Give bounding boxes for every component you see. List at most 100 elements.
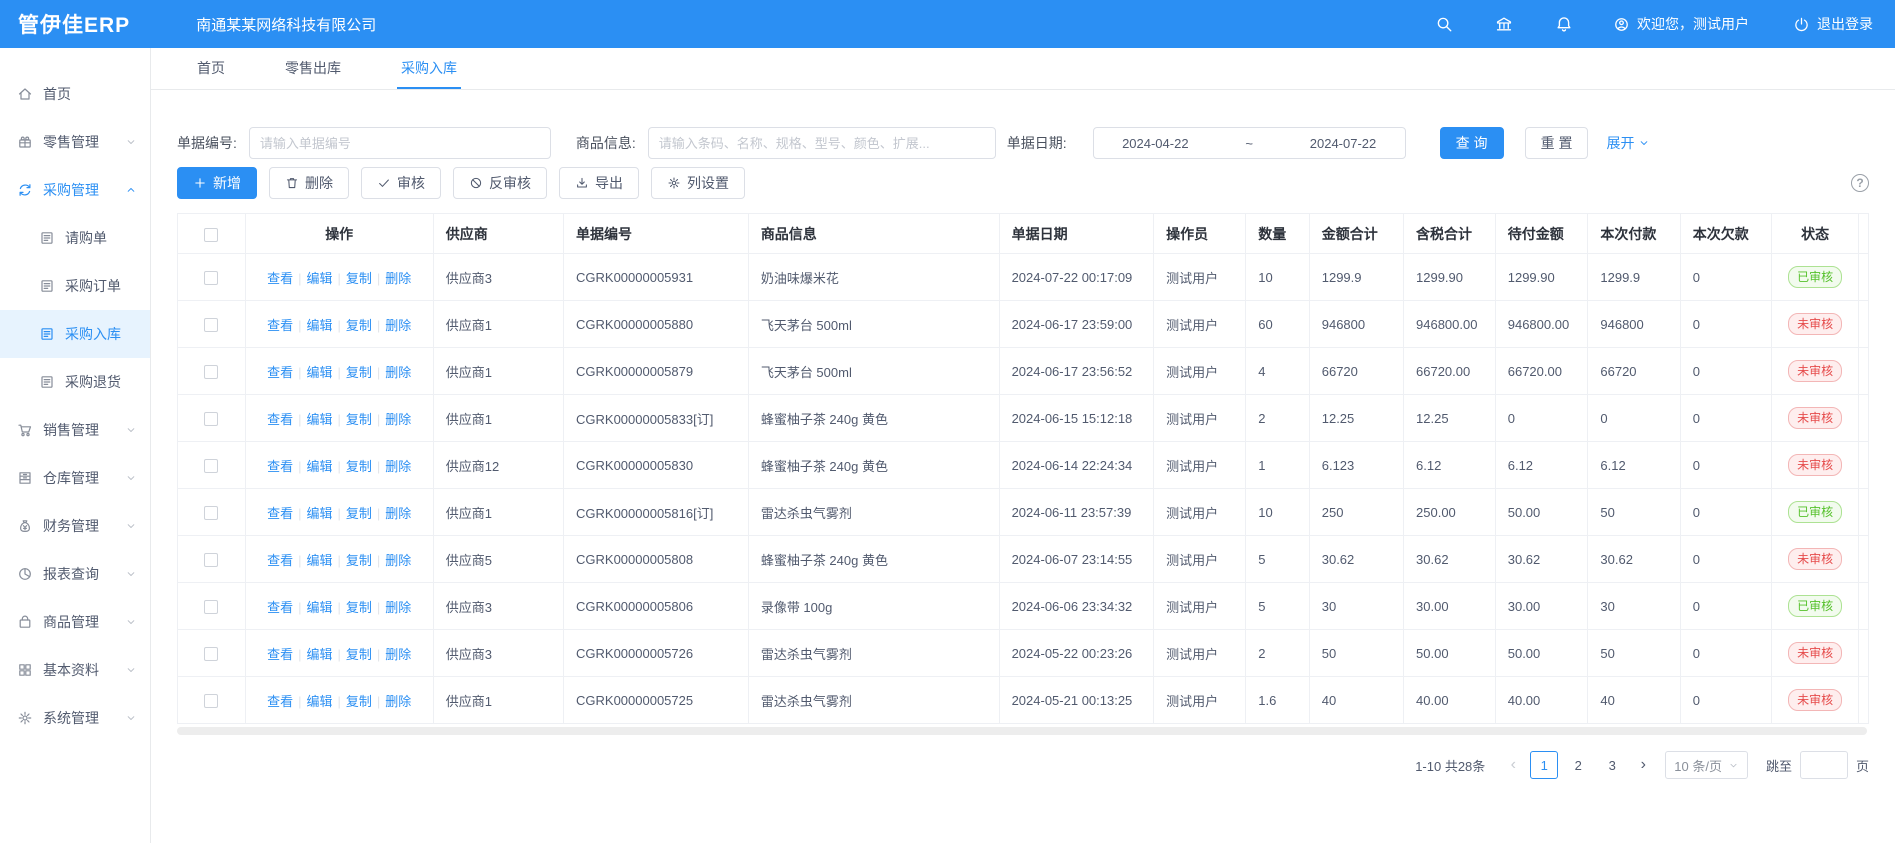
row-action-delete[interactable]: 删除 <box>385 600 411 615</box>
page-size-select[interactable]: 10 条/页 <box>1665 751 1748 779</box>
sidebar-item-basic-data[interactable]: 基本资料 <box>0 646 150 694</box>
page-number-3[interactable]: 3 <box>1598 751 1626 779</box>
logout-button[interactable]: 退出登录 <box>1793 14 1873 34</box>
audit-button[interactable]: 审核 <box>361 167 441 199</box>
row-checkbox[interactable] <box>204 412 218 426</box>
product-info-input[interactable] <box>648 127 996 159</box>
row-checkbox[interactable] <box>204 600 218 614</box>
sidebar-item-sales-mgmt[interactable]: 销售管理 <box>0 406 150 454</box>
row-action-view[interactable]: 查看 <box>267 553 293 568</box>
row-action-edit[interactable]: 编辑 <box>306 365 332 380</box>
row-action-edit[interactable]: 编辑 <box>306 600 332 615</box>
sidebar-item-goods-mgmt[interactable]: 商品管理 <box>0 598 150 646</box>
expand-toggle[interactable]: 展开 <box>1606 133 1650 153</box>
row-action-delete[interactable]: 删除 <box>385 318 411 333</box>
row-action-delete[interactable]: 删除 <box>385 271 411 286</box>
row-action-view[interactable]: 查看 <box>267 271 293 286</box>
row-action-delete[interactable]: 删除 <box>385 459 411 474</box>
horizontal-scrollbar[interactable] <box>177 727 1867 735</box>
row-checkbox[interactable] <box>204 459 218 473</box>
sidebar-item-report-query[interactable]: 报表查询 <box>0 550 150 598</box>
add-button[interactable]: 新增 <box>177 167 257 199</box>
bill-no-input[interactable] <box>249 127 551 159</box>
row-action-edit[interactable]: 编辑 <box>306 647 332 662</box>
row-action-view[interactable]: 查看 <box>267 647 293 662</box>
user-menu[interactable]: 欢迎您，测试用户 <box>1613 14 1749 34</box>
row-action-copy[interactable]: 复制 <box>346 506 372 521</box>
date-range-picker[interactable]: 2024-04-22 ~ 2024-07-22 <box>1093 127 1406 159</box>
row-action-edit[interactable]: 编辑 <box>306 412 332 427</box>
row-action-copy[interactable]: 复制 <box>346 600 372 615</box>
sidebar-item-system-mgmt[interactable]: 系统管理 <box>0 694 150 742</box>
reset-button[interactable]: 重 置 <box>1525 127 1589 159</box>
page-number-2[interactable]: 2 <box>1564 751 1592 779</box>
sidebar-item-purchase-return[interactable]: 采购退货 <box>0 358 150 406</box>
page-size-value: 10 条/页 <box>1674 756 1722 775</box>
column-settings-button[interactable]: 列设置 <box>651 167 745 199</box>
row-action-delete[interactable]: 删除 <box>385 412 411 427</box>
sidebar-item-purchase-mgmt[interactable]: 采购管理 <box>0 166 150 214</box>
row-checkbox[interactable] <box>204 694 218 708</box>
row-action-view[interactable]: 查看 <box>267 318 293 333</box>
delete-button[interactable]: 删除 <box>269 167 349 199</box>
row-checkbox[interactable] <box>204 553 218 567</box>
sidebar-item-purchase-inbound[interactable]: 采购入库 <box>0 310 150 358</box>
row-action-delete[interactable]: 删除 <box>385 506 411 521</box>
tab-purchase-inbound[interactable]: 采购入库 <box>397 48 461 89</box>
bank-icon[interactable] <box>1495 15 1513 33</box>
search-icon[interactable] <box>1435 15 1453 33</box>
row-action-copy[interactable]: 复制 <box>346 647 372 662</box>
row-action-delete[interactable]: 删除 <box>385 365 411 380</box>
row-checkbox[interactable] <box>204 506 218 520</box>
sidebar-item-purchase-order[interactable]: 采购订单 <box>0 262 150 310</box>
search-button[interactable]: 查 询 <box>1440 127 1504 159</box>
row-action-view[interactable]: 查看 <box>267 412 293 427</box>
help-icon[interactable]: ? <box>1851 174 1869 192</box>
sidebar-item-finance-mgmt[interactable]: 财务管理 <box>0 502 150 550</box>
column-header-qty: 数量 <box>1246 214 1309 254</box>
row-action-copy[interactable]: 复制 <box>346 553 372 568</box>
row-action-view[interactable]: 查看 <box>267 459 293 474</box>
bell-icon[interactable] <box>1555 15 1573 33</box>
row-checkbox[interactable] <box>204 318 218 332</box>
row-action-copy[interactable]: 复制 <box>346 459 372 474</box>
row-action-copy[interactable]: 复制 <box>346 271 372 286</box>
row-action-edit[interactable]: 编辑 <box>306 318 332 333</box>
row-action-edit[interactable]: 编辑 <box>306 459 332 474</box>
row-action-view[interactable]: 查看 <box>267 694 293 709</box>
row-action-edit[interactable]: 编辑 <box>306 694 332 709</box>
export-button[interactable]: 导出 <box>559 167 639 199</box>
sidebar-item-purchase-request[interactable]: 请购单 <box>0 214 150 262</box>
row-action-delete[interactable]: 删除 <box>385 694 411 709</box>
tab-home[interactable]: 首页 <box>193 48 229 89</box>
date-start[interactable]: 2024-04-22 <box>1122 136 1189 151</box>
row-action-copy[interactable]: 复制 <box>346 318 372 333</box>
row-action-copy[interactable]: 复制 <box>346 365 372 380</box>
row-action-view[interactable]: 查看 <box>267 506 293 521</box>
date-end[interactable]: 2024-07-22 <box>1310 136 1377 151</box>
row-action-delete[interactable]: 删除 <box>385 553 411 568</box>
row-checkbox[interactable] <box>204 647 218 661</box>
sidebar-item-retail-mgmt[interactable]: 零售管理 <box>0 118 150 166</box>
row-action-edit[interactable]: 编辑 <box>306 553 332 568</box>
select-all-checkbox[interactable] <box>204 228 218 242</box>
tab-retail-outbound[interactable]: 零售出库 <box>281 48 345 89</box>
unaudit-button[interactable]: 反审核 <box>453 167 547 199</box>
jump-to-input[interactable] <box>1800 751 1848 779</box>
row-action-view[interactable]: 查看 <box>267 600 293 615</box>
row-action-edit[interactable]: 编辑 <box>306 271 332 286</box>
button-label: 删除 <box>305 173 333 193</box>
cell-paid_now: 50 <box>1588 489 1680 536</box>
row-action-copy[interactable]: 复制 <box>346 412 372 427</box>
next-page-icon[interactable]: › <box>1629 751 1657 779</box>
row-action-view[interactable]: 查看 <box>267 365 293 380</box>
prev-page-icon[interactable]: ‹ <box>1499 751 1527 779</box>
row-action-delete[interactable]: 删除 <box>385 647 411 662</box>
sidebar-item-warehouse-mgmt[interactable]: 仓库管理 <box>0 454 150 502</box>
row-checkbox[interactable] <box>204 365 218 379</box>
page-number-1[interactable]: 1 <box>1530 751 1558 779</box>
row-action-copy[interactable]: 复制 <box>346 694 372 709</box>
row-checkbox[interactable] <box>204 271 218 285</box>
sidebar-item-home[interactable]: 首页 <box>0 70 150 118</box>
row-action-edit[interactable]: 编辑 <box>306 506 332 521</box>
